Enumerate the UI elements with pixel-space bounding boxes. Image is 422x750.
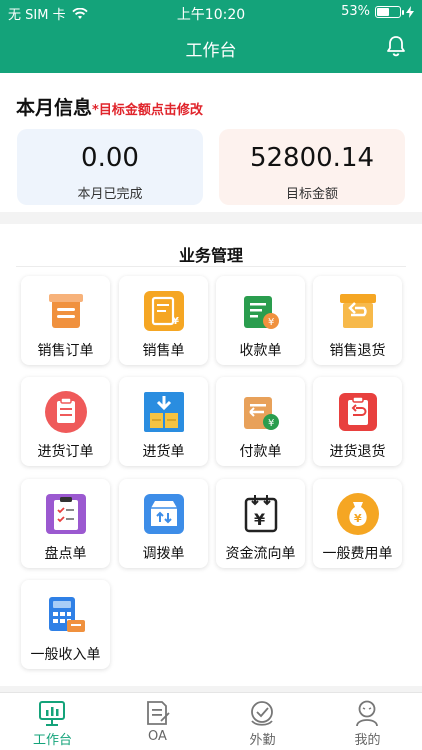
- tab-label: OA: [148, 729, 167, 744]
- tab-oa[interactable]: OA: [105, 693, 210, 750]
- tab-label: 我的: [354, 733, 381, 748]
- tile-receipt[interactable]: ¥ 收款单: [216, 276, 305, 365]
- tile-label: 一般收入单: [30, 647, 101, 663]
- workbench-icon: [39, 701, 65, 726]
- payment-icon: ¥: [244, 397, 279, 430]
- business-section: 业务管理 销售订单 ¥ 销售单 ¥ 收款单 销售退货 进货订单 进货单 ¥ 付款…: [0, 224, 422, 686]
- target-edit-hint: *目标金额点击修改: [92, 103, 203, 118]
- tile-label: 一般费用单: [322, 546, 393, 562]
- tile-label: 盘点单: [44, 546, 87, 562]
- profile-icon: [356, 700, 378, 727]
- tile-sales-return[interactable]: 销售退货: [313, 276, 402, 365]
- expense-icon: ¥: [337, 493, 379, 535]
- tile-label: 调拨单: [142, 546, 185, 562]
- completed-label: 本月已完成: [77, 187, 143, 202]
- tile-purchase-slip[interactable]: 进货单: [119, 377, 208, 466]
- status-bar: 无 SIM 卡 上午10:20 53%: [0, 0, 422, 24]
- app-header: 无 SIM 卡 上午10:20 53% 工作台: [0, 0, 422, 73]
- battery-percent: 53%: [341, 4, 370, 19]
- tile-inventory-check[interactable]: 盘点单: [21, 479, 110, 568]
- income-icon: [49, 597, 85, 632]
- tab-profile[interactable]: 我的: [315, 693, 420, 750]
- sales-slip-icon: ¥: [144, 291, 184, 331]
- tile-expense[interactable]: ¥ 一般费用单: [313, 479, 402, 568]
- tile-label: 进货单: [142, 444, 185, 460]
- purchase-order-icon: [45, 391, 87, 433]
- target-label: 目标金额: [285, 187, 338, 202]
- tab-workbench[interactable]: 工作台: [0, 693, 105, 750]
- tile-label: 资金流向单: [225, 546, 296, 562]
- target-card[interactable]: 52800.14 目标金额: [219, 129, 405, 205]
- tile-purchase-order[interactable]: 进货订单: [21, 377, 110, 466]
- tile-payment[interactable]: ¥ 付款单: [216, 377, 305, 466]
- tab-label: 工作台: [32, 733, 72, 748]
- tab-field-work[interactable]: 外勤: [210, 693, 315, 750]
- sales-return-icon: [340, 294, 376, 328]
- business-divider: [16, 266, 406, 267]
- month-info-section: 本月信息 *目标金额点击修改 0.00 本月已完成 52800.14 目标金额: [0, 73, 422, 212]
- svg-text:¥: ¥: [268, 418, 274, 429]
- battery-level: [377, 7, 389, 16]
- oa-icon: [147, 701, 170, 725]
- tile-purchase-return[interactable]: 进货退货: [313, 377, 402, 466]
- tile-label: 进货退货: [329, 444, 386, 460]
- tile-label: 销售单: [142, 343, 185, 359]
- bell-icon[interactable]: [384, 34, 408, 58]
- battery-icon: [375, 5, 404, 18]
- field-work-icon: [251, 701, 273, 726]
- transfer-icon: [144, 494, 184, 534]
- month-info-title: 本月信息: [16, 97, 93, 119]
- tile-cash-flow[interactable]: ¥ 资金流向单: [216, 479, 305, 568]
- completed-card: 0.00 本月已完成: [17, 129, 203, 205]
- svg-text:¥: ¥: [354, 512, 362, 525]
- business-title: 业务管理: [178, 246, 243, 265]
- tab-label: 外勤: [249, 733, 276, 748]
- target-value: 52800.14: [249, 143, 375, 173]
- tile-label: 收款单: [239, 343, 282, 359]
- purchase-return-icon: [339, 393, 377, 431]
- svg-text:¥: ¥: [254, 510, 265, 529]
- tile-income[interactable]: 一般收入单: [21, 580, 110, 669]
- tile-transfer[interactable]: 调拨单: [119, 479, 208, 568]
- sales-order-icon: [49, 294, 83, 328]
- svg-text:¥: ¥: [172, 316, 179, 327]
- tile-sales-order[interactable]: 销售订单: [21, 276, 110, 365]
- receipt-icon: ¥: [244, 296, 279, 329]
- svg-text:¥: ¥: [268, 317, 274, 328]
- charging-icon: [406, 5, 414, 18]
- completed-value: 0.00: [81, 143, 139, 173]
- tile-label: 销售退货: [329, 343, 386, 359]
- purchase-slip-icon: [144, 392, 184, 432]
- tile-sales-slip[interactable]: ¥ 销售单: [119, 276, 208, 365]
- inventory-check-icon: [46, 494, 86, 534]
- tile-label: 销售订单: [37, 343, 94, 359]
- page-title: 工作台: [185, 41, 237, 61]
- tile-label: 进货订单: [37, 444, 94, 460]
- tab-bar: 工作台 OA 外勤 我的: [0, 692, 422, 750]
- cash-flow-icon: ¥: [244, 495, 278, 533]
- tile-label: 付款单: [239, 444, 282, 460]
